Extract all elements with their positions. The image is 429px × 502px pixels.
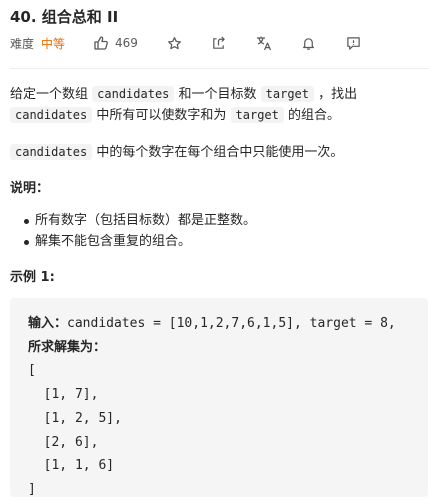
input-value: candidates = [10,1,2,7,6,1,5], target = …: [67, 316, 396, 331]
input-label: 输入：: [28, 316, 68, 331]
example-heading: 示例 1:: [10, 270, 55, 285]
like-button[interactable]: 469: [93, 35, 138, 51]
problem-title: 40. 组合总和 II: [10, 8, 119, 26]
text-segment: 中的每个数字在每个组合中只能使用一次。: [92, 145, 344, 160]
share-icon: [213, 36, 226, 49]
inline-code: candidates: [92, 86, 175, 102]
note-heading: 说明：: [10, 181, 50, 196]
output-line: [2, 6],: [28, 434, 99, 450]
output-line: [1, 2, 5],: [28, 410, 122, 426]
bell-icon: [303, 37, 315, 50]
problem-page: 40. 组合总和 II 难度 中等 469 给定一个数组 candidates …: [0, 0, 429, 497]
output-line: [1, 7],: [28, 387, 99, 403]
text-segment: 的组合。: [283, 108, 341, 123]
translate-icon: [256, 36, 271, 51]
favorite-button[interactable]: [167, 35, 183, 51]
output-line: [1, 1, 6]: [28, 458, 115, 474]
description-paragraph-1: 给定一个数组 candidates 和一个目标数 target ，找出 cand…: [10, 84, 420, 126]
thumbs-up-icon: [94, 36, 108, 50]
difficulty-badge: 中等: [41, 36, 66, 51]
star-icon: [168, 36, 182, 49]
inline-code: target: [230, 107, 284, 123]
inline-code: target: [260, 86, 315, 102]
output-line: [: [28, 363, 36, 379]
subscribe-button[interactable]: [301, 35, 317, 51]
text-segment: 和一个目标数: [174, 87, 261, 102]
example-code-block: 输入：candidates = [10,1,2,7,6,1,5], target…: [10, 298, 428, 497]
list-item: 解集不能包含重复的组合。: [10, 231, 256, 252]
note-list: 所有数字（包括目标数）都是正整数。 解集不能包含重复的组合。: [10, 210, 256, 252]
text-segment: ，找出: [314, 87, 358, 102]
like-count: 469: [115, 36, 138, 50]
inline-code: candidates: [10, 107, 93, 123]
text-segment: 中所有可以使数字和为: [92, 108, 231, 123]
share-button[interactable]: [211, 35, 227, 51]
translate-button[interactable]: [256, 35, 272, 51]
feedback-icon: [347, 36, 361, 50]
problem-meta-bar: 难度 中等 469: [10, 33, 362, 53]
list-item: 所有数字（包括目标数）都是正整数。: [10, 210, 256, 231]
difficulty-label: 难度: [10, 36, 35, 51]
output-line: ]: [28, 481, 36, 497]
header-divider: [10, 68, 429, 69]
output-label: 所求解集为：: [28, 339, 107, 355]
description-paragraph-2: candidates 中的每个数字在每个组合中只能使用一次。: [10, 142, 420, 163]
feedback-button[interactable]: [346, 35, 362, 51]
inline-code: candidates: [10, 144, 93, 160]
example-pre: 输入：candidates = [10,1,2,7,6,1,5], target…: [28, 312, 396, 502]
text-segment: 给定一个数组: [10, 87, 93, 102]
